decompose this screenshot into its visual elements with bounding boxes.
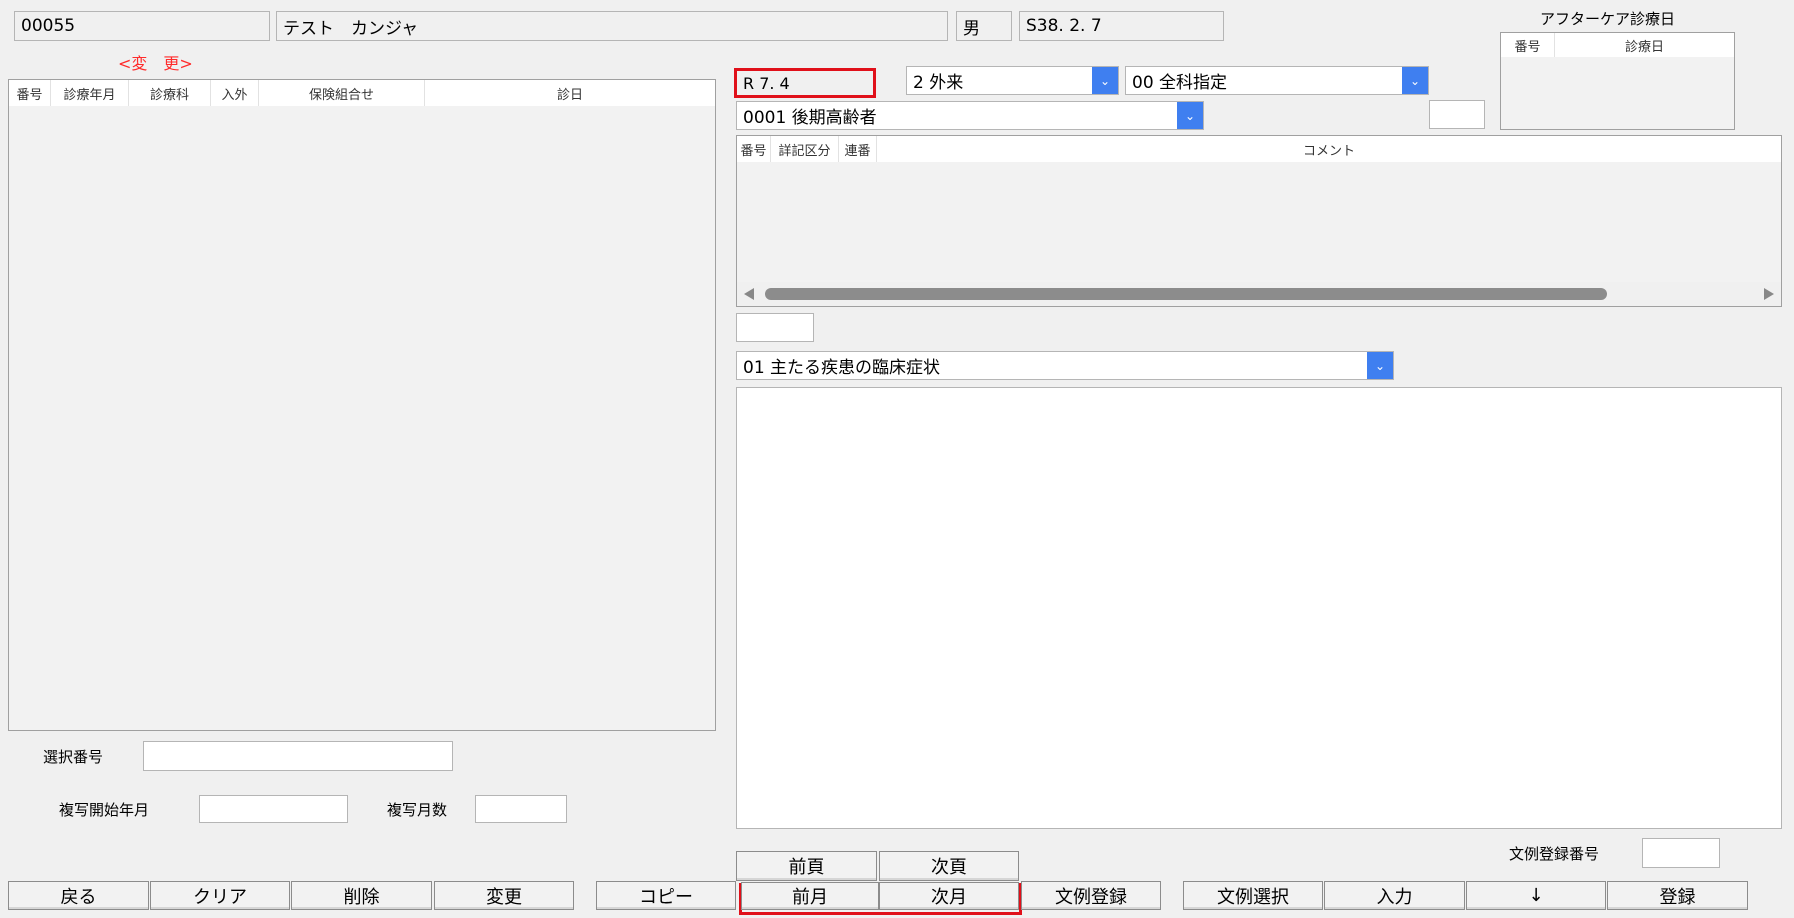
mode-label: <変 更>: [118, 54, 193, 73]
patient-name-field[interactable]: テスト カンジャ: [276, 11, 948, 41]
template-register-number-label: 文例登録番号: [1509, 845, 1600, 863]
prev-page-button[interactable]: 前頁: [736, 851, 877, 881]
down-button[interactable]: ↓: [1466, 881, 1606, 910]
patient-birthdate-field[interactable]: S38. 2. 7: [1019, 11, 1224, 41]
copy-start-label: 複写開始年月: [59, 801, 150, 819]
chevron-down-icon[interactable]: ⌄: [1367, 352, 1393, 379]
clear-button[interactable]: クリア: [150, 881, 290, 910]
horizontal-scrollbar[interactable]: [737, 282, 1781, 306]
select-number-label: 選択番号: [43, 748, 104, 766]
delete-button[interactable]: 削除: [291, 881, 432, 910]
aftercare-title: アフターケア診療日: [1540, 10, 1676, 28]
copy-start-input[interactable]: [199, 795, 348, 823]
next-page-button[interactable]: 次頁: [879, 851, 1019, 881]
visit-type-select[interactable]: 2 外来 ⌄: [906, 66, 1119, 95]
comment-header-number: 番号: [737, 136, 771, 162]
history-header-insurance: 保険組合せ: [259, 80, 425, 106]
insurance-select[interactable]: 0001 後期高齢者 ⌄: [736, 101, 1204, 130]
chevron-down-icon[interactable]: ⌄: [1092, 67, 1118, 94]
chevron-down-icon[interactable]: ⌄: [1177, 102, 1203, 129]
history-header-number: 番号: [9, 80, 51, 106]
scrollbar-thumb[interactable]: [765, 288, 1607, 300]
aftercare-header-number: 番号: [1501, 33, 1555, 57]
copy-button[interactable]: コピー: [596, 881, 736, 910]
history-header-days: 診日: [556, 87, 583, 103]
comment-header-serial: 連番: [839, 136, 877, 162]
select-number-input[interactable]: [143, 741, 453, 771]
insurance-extra-input[interactable]: [1429, 100, 1485, 129]
comment-header-detail-class: 詳記区分: [771, 136, 839, 162]
period-field[interactable]: R 7. 4: [734, 68, 876, 98]
template-register-number-input[interactable]: [1642, 838, 1720, 868]
prev-month-button[interactable]: 前月: [741, 882, 879, 910]
triangle-left-icon[interactable]: [743, 288, 755, 300]
visit-type-value: 2 外来: [913, 73, 964, 93]
detail-select[interactable]: 01 主たる疾患の臨床症状 ⌄: [736, 351, 1394, 380]
template-register-button[interactable]: 文例登録: [1021, 881, 1161, 910]
register-button[interactable]: 登録: [1607, 881, 1748, 910]
copy-months-input[interactable]: [475, 795, 567, 823]
department-select[interactable]: 00 全科指定 ⌄: [1125, 66, 1429, 95]
chevron-down-icon[interactable]: ⌄: [1402, 67, 1428, 94]
back-button[interactable]: 戻る: [8, 881, 149, 910]
input-button[interactable]: 入力: [1324, 881, 1465, 910]
change-button[interactable]: 変更: [434, 881, 574, 910]
next-month-button[interactable]: 次月: [879, 882, 1019, 910]
history-header-inout: 入外: [211, 80, 259, 106]
history-header-month: 診療年月: [51, 80, 129, 106]
history-table[interactable]: 番号 診療年月 診療科 入外 保険組合せ 診日: [8, 79, 716, 731]
comment-table[interactable]: 番号 詳記区分 連番 コメント: [736, 135, 1782, 307]
detail-textarea[interactable]: [736, 387, 1782, 829]
detail-value: 01 主たる疾患の臨床症状: [743, 358, 941, 378]
patient-sex-field[interactable]: 男: [956, 11, 1012, 41]
aftercare-table[interactable]: 番号 診療日: [1500, 32, 1735, 130]
comment-header-comment: コメント: [1302, 143, 1355, 159]
comment-input[interactable]: [736, 313, 814, 342]
insurance-value: 0001 後期高齢者: [743, 108, 877, 128]
history-header-department: 診療科: [129, 80, 211, 106]
patient-id-field[interactable]: 00055: [14, 11, 270, 41]
template-select-button[interactable]: 文例選択: [1183, 881, 1323, 910]
triangle-right-icon[interactable]: [1763, 288, 1775, 300]
aftercare-header-date: 診療日: [1624, 39, 1664, 55]
copy-months-label: 複写月数: [387, 801, 448, 819]
department-value: 00 全科指定: [1132, 73, 1228, 93]
